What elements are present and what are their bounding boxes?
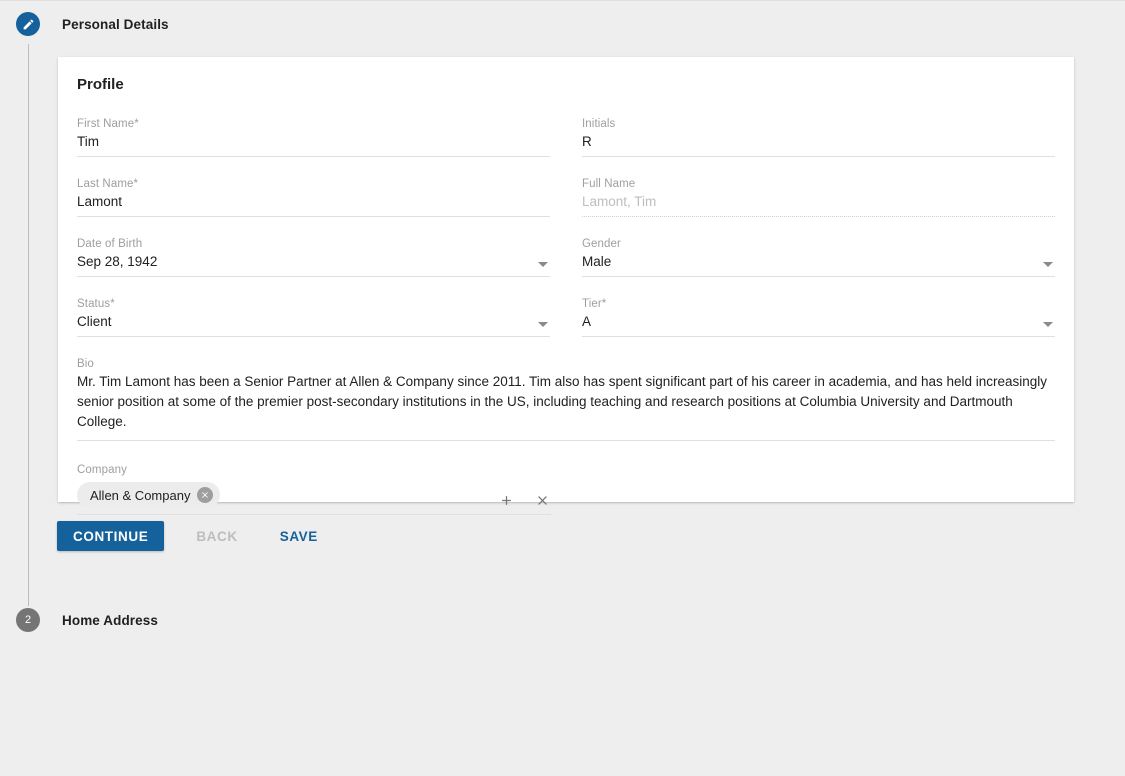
chevron-down-icon[interactable] [538, 322, 548, 327]
plus-icon [501, 495, 511, 505]
field-last-name[interactable]: Last Name* Lamont [77, 169, 550, 217]
field-tier[interactable]: Tier* A [582, 289, 1055, 337]
clear-company-button[interactable] [533, 491, 551, 509]
company-chip-label: Allen & Company [90, 487, 191, 503]
stepper-connector-line [28, 44, 29, 606]
field-status[interactable]: Status* Client [77, 289, 550, 337]
profile-form: First Name* Tim Last Name* Lamont Date o… [77, 109, 1055, 515]
tier-label: Tier* [582, 298, 607, 310]
last-name-label: Last Name* [77, 178, 139, 190]
stepper-step-home-address[interactable]: 2 Home Address [16, 608, 158, 632]
field-bio[interactable]: Bio Mr. Tim Lamont has been a Senior Par… [77, 349, 1055, 441]
save-button[interactable]: SAVE [270, 521, 328, 551]
first-name-input[interactable]: Tim [77, 131, 550, 152]
bio-textarea[interactable]: Mr. Tim Lamont has been a Senior Partner… [77, 372, 1055, 432]
full-name-input: Lamont, Tim [582, 194, 657, 209]
page-title: Profile [77, 76, 124, 93]
pencil-icon [23, 19, 33, 29]
step-1-status-circle [16, 12, 40, 36]
date-of-birth-label: Date of Birth [77, 238, 143, 250]
field-initials[interactable]: Initials R [582, 109, 1055, 157]
form-column-left: First Name* Tim Last Name* Lamont Date o… [77, 109, 550, 337]
stepper-step-personal-details[interactable]: Personal Details [16, 12, 169, 36]
date-of-birth-input[interactable]: Sep 28, 1942 [77, 251, 550, 272]
company-actions [497, 491, 551, 509]
bio-label: Bio [77, 358, 94, 370]
company-label: Company [77, 464, 127, 476]
chevron-down-icon[interactable] [1043, 322, 1053, 327]
status-label: Status* [77, 298, 115, 310]
form-row-names: First Name* Tim Last Name* Lamont Date o… [77, 109, 1055, 337]
continue-button[interactable]: CONTINUE [57, 521, 165, 551]
chip-remove-icon[interactable] [197, 487, 214, 503]
initials-input[interactable]: R [582, 131, 1055, 152]
field-full-name: Full Name Lamont, Tim [582, 169, 1055, 217]
company-chip[interactable]: Allen & Company [77, 482, 221, 508]
step-2-label: Home Address [62, 612, 158, 628]
form-actions: CONTINUE BACK SAVE [57, 521, 328, 551]
company-chip-input[interactable]: Allen & Company [77, 480, 551, 515]
status-select[interactable]: Client [77, 311, 550, 332]
initials-label: Initials [582, 118, 616, 130]
tier-select[interactable]: A [582, 311, 1055, 332]
gender-label: Gender [582, 238, 621, 250]
close-icon [202, 492, 209, 498]
field-gender[interactable]: Gender Male [582, 229, 1055, 277]
back-button: BACK [186, 521, 247, 551]
add-company-button[interactable] [497, 491, 515, 509]
first-name-label: First Name* [77, 118, 139, 130]
step-2-number: 2 [24, 613, 32, 626]
close-icon [537, 495, 547, 505]
field-first-name[interactable]: First Name* Tim [77, 109, 550, 157]
step-2-status-circle: 2 [16, 608, 40, 632]
field-date-of-birth[interactable]: Date of Birth Sep 28, 1942 [77, 229, 550, 277]
profile-card: Profile First Name* Tim Last Name* Lamon… [58, 57, 1074, 515]
step-1-label: Personal Details [62, 16, 169, 32]
full-name-label: Full Name [582, 178, 636, 190]
gender-select[interactable]: Male [582, 251, 1055, 272]
last-name-input[interactable]: Lamont [77, 191, 550, 212]
form-column-right: Initials R Full Name Lamont, Tim Gender … [582, 109, 1055, 337]
field-company: Company Allen & Company [77, 455, 1055, 515]
chevron-down-icon[interactable] [1043, 262, 1053, 267]
chevron-down-icon[interactable] [538, 262, 548, 267]
